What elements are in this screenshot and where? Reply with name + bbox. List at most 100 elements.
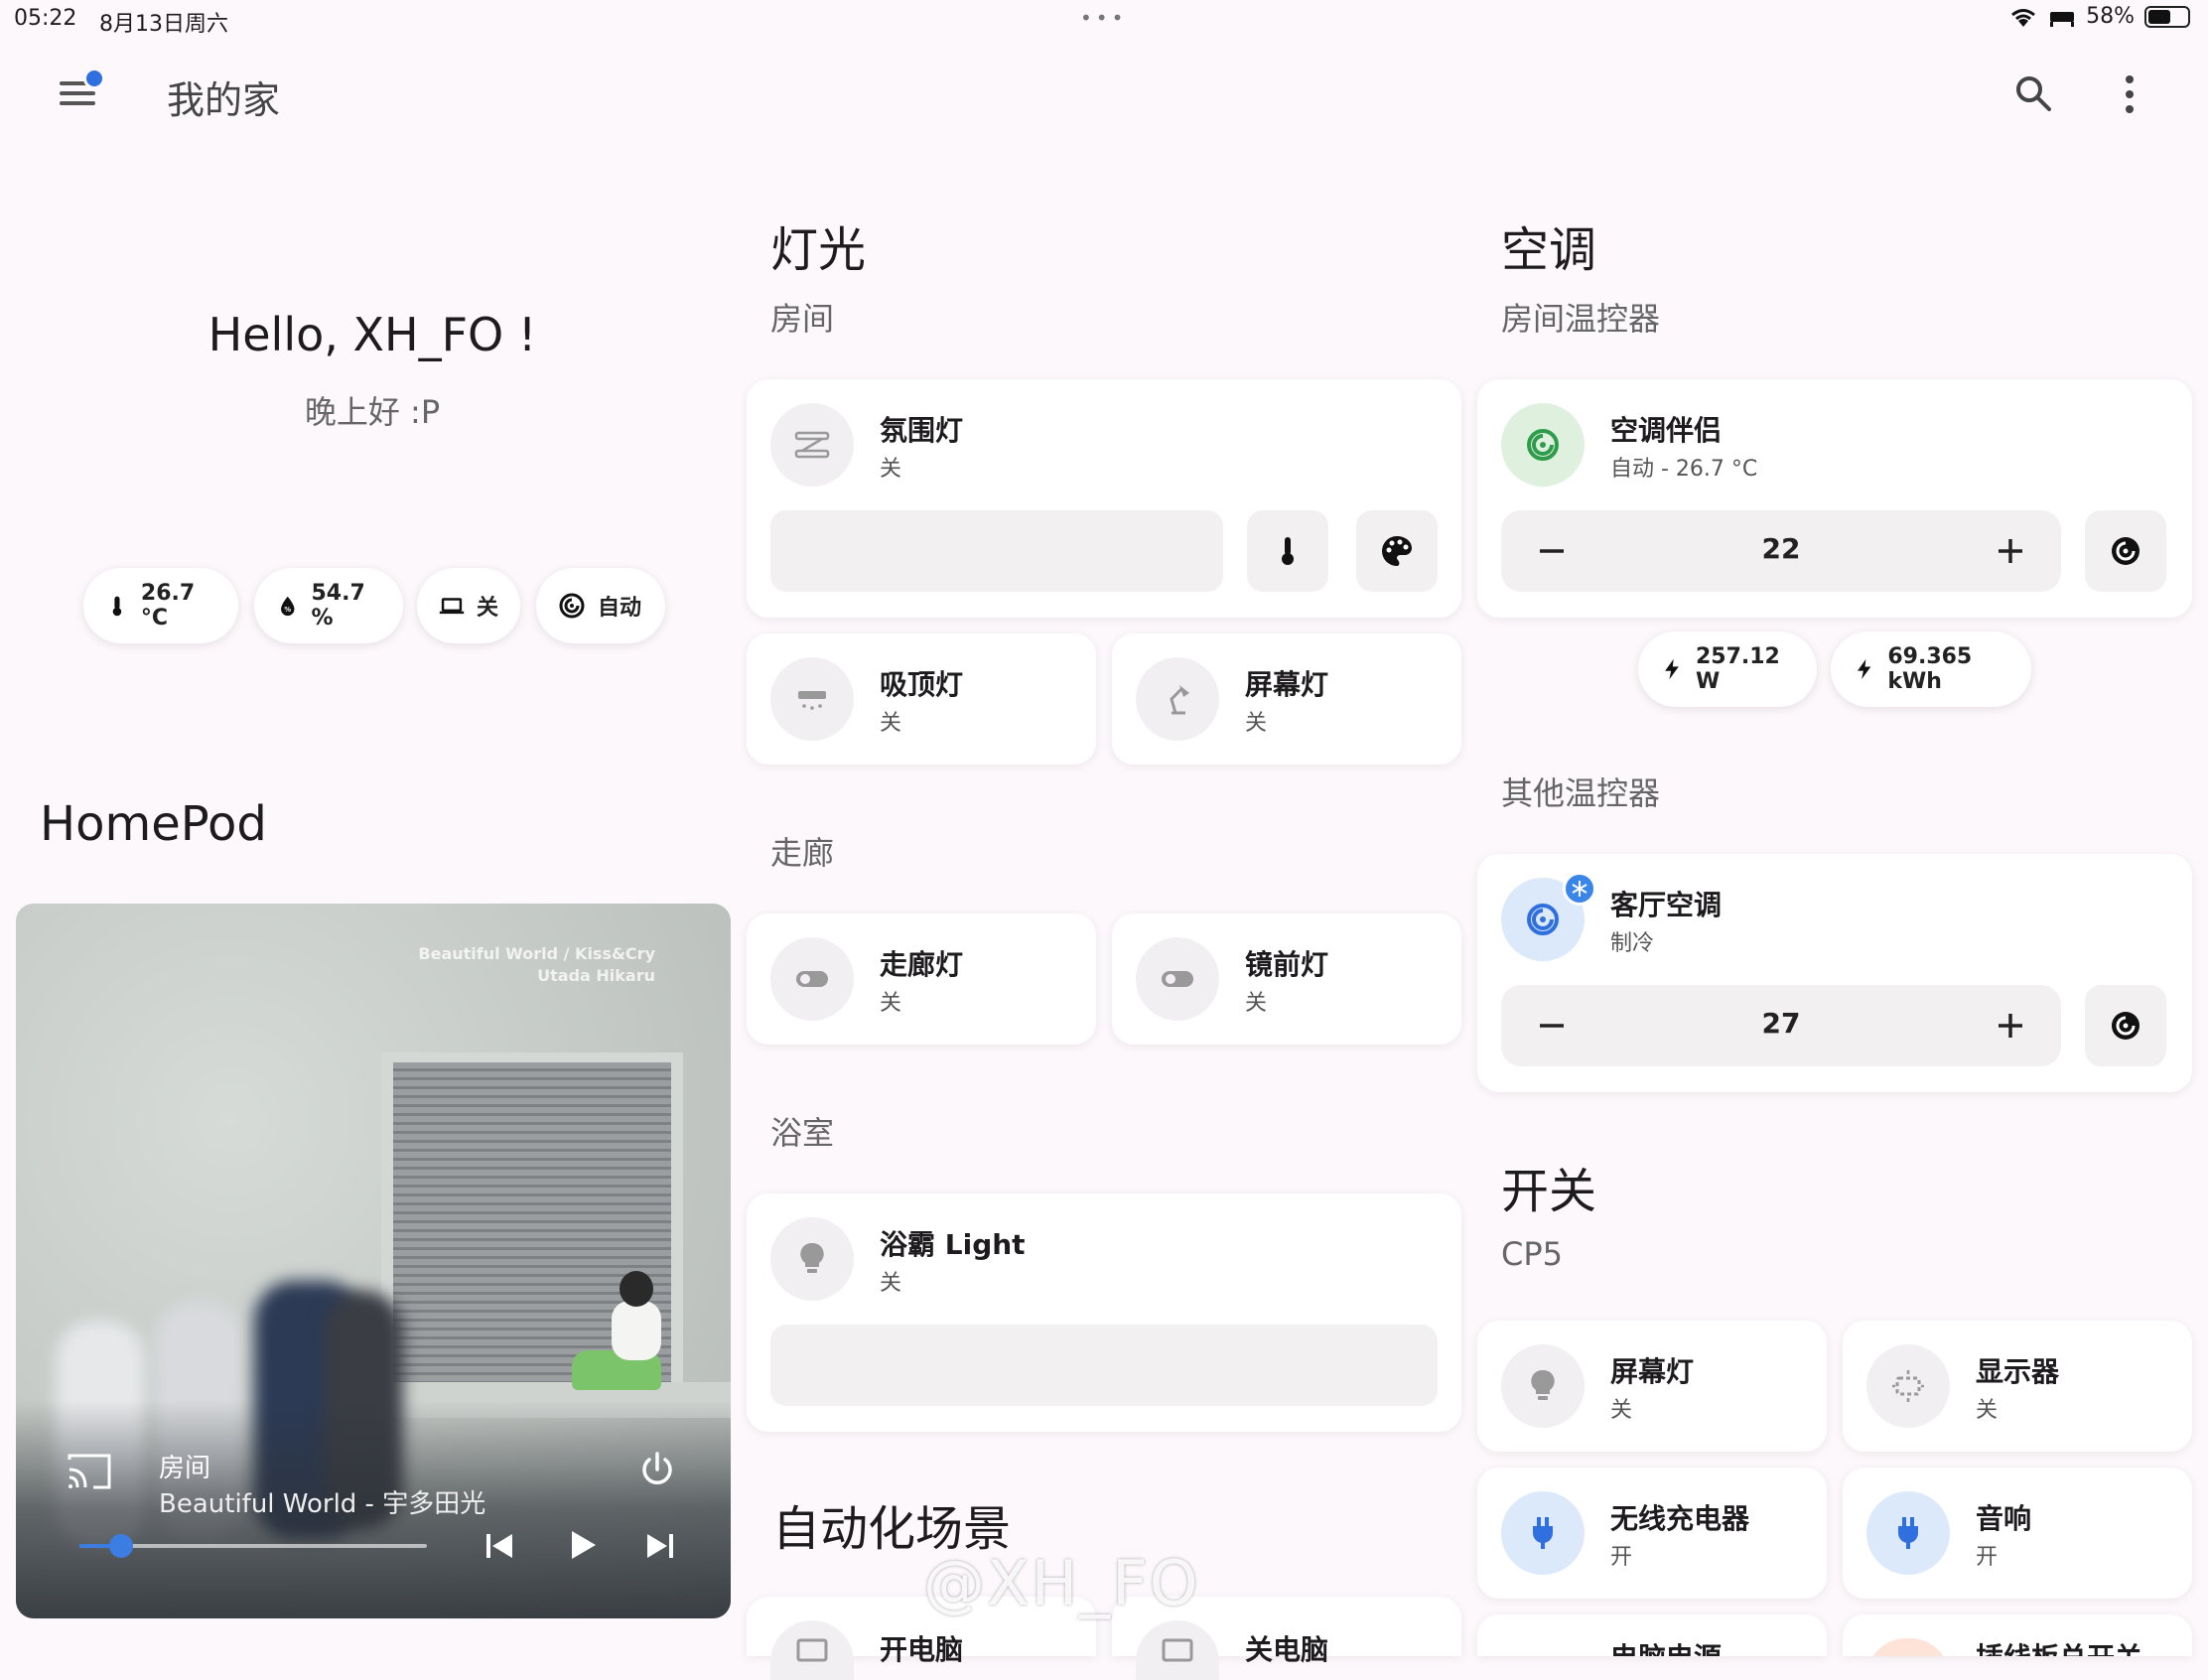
chip-power[interactable]: 257.12 W — [1638, 631, 1817, 707]
lights-title: 灯光 — [770, 222, 867, 278]
device-state: 开 — [1610, 1545, 1633, 1570]
temperature-stepper[interactable]: 27 — [1501, 985, 2061, 1066]
thermostat-icon — [2112, 537, 2139, 565]
switch-strip-card[interactable]: 插线板总开关 — [1843, 1614, 2192, 1656]
thermostat-icon — [2112, 1012, 2139, 1040]
search-icon[interactable] — [2013, 73, 2053, 113]
chip-energy[interactable]: 69.365 kWh — [1831, 631, 2031, 707]
album-cover-text: Beautiful World / Kiss&Cry Utada Hikaru — [418, 944, 655, 985]
wifi-icon — [2011, 8, 2036, 27]
switch-monitor-card[interactable]: 显示器 关 — [1843, 1321, 2192, 1452]
climate-title: 空调 — [1501, 222, 1597, 278]
device-state: 关 — [880, 457, 902, 482]
battery-percent: 58% — [2086, 4, 2135, 29]
device-name: 吸顶灯 — [880, 668, 964, 701]
status-time: 05:22 — [14, 6, 77, 31]
greeting-subtitle: 晚上好 :P — [304, 393, 441, 431]
homepod-title: HomePod — [40, 796, 267, 852]
device-name: 镜前灯 — [1245, 948, 1329, 981]
color-temp-button[interactable] — [1247, 510, 1328, 592]
chip-label: 26.7 °C — [140, 581, 196, 630]
living-room-ac-card[interactable]: 客厅空调 制冷 27 — [1477, 854, 2192, 1092]
switch-speaker-card[interactable]: 音响 开 — [1843, 1468, 2192, 1599]
previous-track-icon[interactable] — [483, 1529, 516, 1563]
media-room: 房间 — [159, 1454, 211, 1483]
hvac-mode-button[interactable] — [2085, 985, 2166, 1066]
device-state: 制冷 — [1610, 931, 1655, 956]
scene-name: 关电脑 — [1245, 1633, 1329, 1666]
device-name: 显示器 — [1976, 1355, 2060, 1388]
more-vert-icon[interactable] — [2115, 71, 2144, 117]
switches-title: 开关 — [1501, 1164, 1597, 1219]
status-indicators: 58% — [2008, 4, 2190, 29]
bed-icon — [2050, 11, 2075, 27]
chip-label: 关 — [476, 596, 498, 621]
chip-humidity[interactable]: % 54.7 % — [254, 568, 403, 643]
power-icon[interactable] — [637, 1450, 677, 1489]
device-state: 关 — [1245, 711, 1268, 736]
notification-dot — [83, 68, 105, 89]
device-name: 空调伴侣 — [1610, 414, 1723, 447]
ceiling-light-card[interactable]: 吸顶灯 关 — [747, 633, 1096, 765]
cast-icon[interactable] — [66, 1452, 113, 1491]
page-title: 我的家 — [167, 78, 281, 122]
mirror-light-card[interactable]: 镜前灯 关 — [1112, 913, 1461, 1045]
greeting-title: Hello, XH_FO ! — [207, 308, 537, 361]
scene-name: 开电脑 — [880, 1633, 964, 1666]
play-icon[interactable] — [564, 1527, 600, 1563]
lights-bath-section: 浴室 — [770, 1114, 835, 1152]
device-state: 关 — [1976, 1398, 1999, 1423]
ambient-light-card[interactable]: 氛围灯 关 — [747, 379, 1461, 618]
chip-temperature[interactable]: 26.7 °C — [83, 568, 238, 643]
monitor-icon — [1162, 1638, 1193, 1662]
media-player-card[interactable]: Beautiful World / Kiss&Cry Utada Hikaru … — [16, 904, 731, 1618]
media-progress[interactable] — [79, 1534, 427, 1558]
chip-climate[interactable]: 自动 — [536, 568, 665, 643]
lightbulb-icon — [1531, 1369, 1555, 1400]
chip-pc[interactable]: 关 — [417, 568, 520, 643]
switches-group: CP5 — [1501, 1235, 1563, 1273]
ac-companion-card[interactable]: 空调伴侣 自动 - 26.7 °C 22 — [1477, 379, 2192, 618]
thermostat-icon — [559, 593, 585, 619]
device-name: 电脑电源 — [1610, 1636, 1722, 1656]
temperature-stepper[interactable]: 22 — [1501, 510, 2061, 592]
next-track-icon[interactable] — [643, 1529, 677, 1563]
menu-icon[interactable] — [60, 68, 105, 113]
flash-icon — [1858, 658, 1871, 680]
multitasking-dots[interactable]: ••• — [1080, 6, 1127, 30]
status-bar: 05:22 8月13日周六 ••• 58% — [0, 0, 2208, 40]
bath-light-card[interactable]: 浴霸 Light 关 — [747, 1193, 1461, 1432]
progress-handle[interactable] — [109, 1534, 133, 1558]
thermostat-icon — [1527, 904, 1559, 935]
led-strip-icon — [794, 431, 830, 459]
screen-lamp-card[interactable]: 屏幕灯 关 — [1112, 633, 1461, 765]
hall-light-card[interactable]: 走廊灯 关 — [747, 913, 1096, 1045]
device-state: 关 — [880, 711, 902, 736]
device-state: 关 — [1610, 1398, 1633, 1423]
lights-room-section: 房间 — [770, 300, 835, 338]
lightbulb-icon — [800, 1242, 824, 1273]
switch-screen-lamp-card[interactable]: 屏幕灯 关 — [1477, 1321, 1827, 1452]
color-palette-button[interactable] — [1356, 510, 1438, 592]
snowflake-icon — [1563, 872, 1596, 906]
setpoint-value: 27 — [1761, 1007, 1801, 1040]
switch-charger-card[interactable]: 无线充电器 开 — [1477, 1468, 1827, 1599]
device-name: 无线充电器 — [1610, 1502, 1750, 1535]
brightness-slider[interactable] — [770, 510, 1223, 592]
plus-icon[interactable] — [1994, 1009, 2027, 1043]
device-name: 氛围灯 — [880, 414, 964, 447]
switch-pc-power-card[interactable]: 电脑电源 — [1477, 1614, 1827, 1656]
watermark: @XH_FO — [923, 1547, 1200, 1619]
plus-icon[interactable] — [1994, 534, 2027, 568]
flash-icon — [1665, 658, 1679, 680]
device-name: 屏幕灯 — [1245, 668, 1329, 701]
device-name: 走廊灯 — [880, 948, 964, 981]
device-state: 关 — [1245, 991, 1268, 1016]
device-name: 音响 — [1976, 1502, 2032, 1535]
brightness-slider[interactable] — [770, 1325, 1438, 1406]
chip-label: 257.12 W — [1695, 644, 1780, 694]
toggle-off-icon — [1162, 971, 1193, 987]
lights-hall-section: 走廊 — [770, 834, 835, 872]
hvac-mode-button[interactable] — [2085, 510, 2166, 592]
climate-room-section: 房间温控器 — [1501, 300, 1661, 338]
